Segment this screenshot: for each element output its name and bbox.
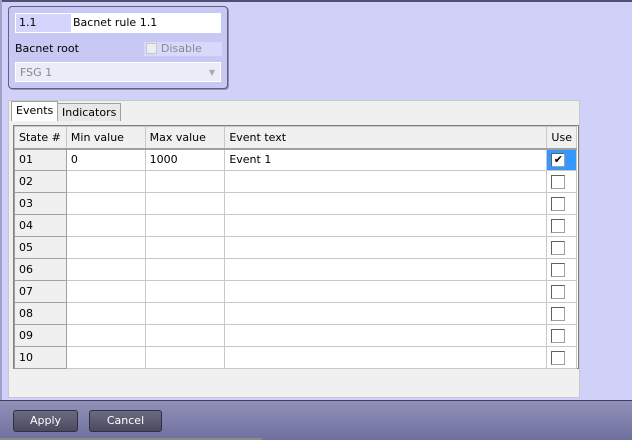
cell-max-value[interactable] <box>144 280 226 303</box>
cell-event-text[interactable] <box>224 346 548 369</box>
cell-min-value[interactable] <box>65 280 146 303</box>
header-min-value[interactable]: Min value <box>65 126 146 150</box>
header-state[interactable]: State # <box>14 126 67 150</box>
cell-min-value[interactable] <box>65 302 146 325</box>
table-row[interactable]: 09 <box>14 324 577 347</box>
cell-state: 02 <box>14 170 67 193</box>
checkbox-icon <box>146 43 157 54</box>
bacnet-root-label: Bacnet root <box>15 42 79 55</box>
cell-use[interactable] <box>546 302 577 325</box>
rule-properties-panel: 1.1 Bacnet rule 1.1 Bacnet root Disable … <box>8 6 228 89</box>
bacnet-root-select[interactable]: FSG 1 ▼ <box>15 62 221 82</box>
cell-use[interactable] <box>546 214 577 237</box>
cell-max-value[interactable] <box>144 214 226 237</box>
use-checkbox[interactable] <box>551 262 566 277</box>
use-checkbox[interactable] <box>551 240 566 255</box>
cell-use[interactable] <box>546 192 577 215</box>
cell-max-value[interactable] <box>144 346 226 369</box>
cell-max-value[interactable]: 1000 <box>144 148 226 171</box>
header-max-value[interactable]: Max value <box>144 126 226 150</box>
cell-min-value[interactable] <box>65 214 146 237</box>
cell-event-text[interactable] <box>224 236 548 259</box>
cell-event-text[interactable]: Event 1 <box>224 148 548 171</box>
disable-label: Disable <box>161 42 202 55</box>
use-checkbox[interactable] <box>551 306 566 321</box>
table-row[interactable]: 06 <box>14 258 577 281</box>
events-grid: State # Min value Max value Event text U… <box>13 125 579 369</box>
cell-min-value[interactable] <box>65 170 146 193</box>
cell-use[interactable] <box>546 346 577 369</box>
header-event-text[interactable]: Event text <box>224 126 548 150</box>
cell-event-text[interactable] <box>224 280 548 303</box>
cell-max-value[interactable] <box>144 192 226 215</box>
cell-max-value[interactable] <box>144 236 226 259</box>
cell-max-value[interactable] <box>144 302 226 325</box>
table-row[interactable]: 01 0 1000 Event 1 ✔ <box>14 148 577 171</box>
cell-event-text[interactable] <box>224 302 548 325</box>
cell-use[interactable] <box>546 236 577 259</box>
use-checkbox[interactable] <box>551 218 566 233</box>
cell-max-value[interactable] <box>144 258 226 281</box>
table-row[interactable]: 03 <box>14 192 577 215</box>
cell-use[interactable] <box>546 324 577 347</box>
use-checkbox[interactable] <box>551 350 566 365</box>
cell-use[interactable] <box>546 170 577 193</box>
cell-use[interactable] <box>546 258 577 281</box>
cell-state: 03 <box>14 192 67 215</box>
use-checkbox[interactable] <box>551 328 566 343</box>
cell-state: 08 <box>14 302 67 325</box>
cell-state: 07 <box>14 280 67 303</box>
apply-button[interactable]: Apply <box>13 410 78 432</box>
table-row[interactable]: 05 <box>14 236 577 259</box>
cell-state: 01 <box>14 148 67 171</box>
cell-min-value[interactable]: 0 <box>65 148 146 171</box>
cell-state: 06 <box>14 258 67 281</box>
window-border <box>0 0 632 2</box>
cell-event-text[interactable] <box>224 214 548 237</box>
cell-min-value[interactable] <box>65 236 146 259</box>
tab-control: Indicators Events State # Min value Max … <box>8 100 580 398</box>
table-row[interactable]: 08 <box>14 302 577 325</box>
table-row[interactable]: 07 <box>14 280 577 303</box>
cancel-button[interactable]: Cancel <box>89 410 162 432</box>
use-checkbox[interactable] <box>551 196 566 211</box>
table-row[interactable]: 10 <box>14 346 577 369</box>
table-row[interactable]: 04 <box>14 214 577 237</box>
table-row[interactable]: 02 <box>14 170 577 193</box>
use-checkbox[interactable] <box>551 284 566 299</box>
cell-min-value[interactable] <box>65 258 146 281</box>
cell-min-value[interactable] <box>65 324 146 347</box>
cell-max-value[interactable] <box>144 324 226 347</box>
disable-checkbox[interactable]: Disable <box>144 42 222 56</box>
cell-max-value[interactable] <box>144 170 226 193</box>
select-value: FSG 1 <box>20 66 53 79</box>
cell-event-text[interactable] <box>224 170 548 193</box>
tab-events[interactable]: Events <box>11 101 59 121</box>
window-border-left <box>0 0 2 400</box>
rule-id-field[interactable]: 1.1 <box>15 13 75 33</box>
bottom-bar: Apply Cancel <box>0 400 632 440</box>
cell-event-text[interactable] <box>224 258 548 281</box>
chevron-down-icon: ▼ <box>208 68 215 77</box>
cell-event-text[interactable] <box>224 192 548 215</box>
cell-min-value[interactable] <box>65 192 146 215</box>
header-use[interactable]: Use <box>546 126 577 150</box>
cell-use[interactable]: ✔ <box>546 148 577 171</box>
rule-name-input[interactable]: Bacnet rule 1.1 <box>71 13 221 33</box>
cell-state: 10 <box>14 346 67 369</box>
cell-event-text[interactable] <box>224 324 548 347</box>
tab-indicators[interactable]: Indicators <box>57 103 122 121</box>
use-checkbox[interactable] <box>551 174 566 189</box>
cell-use[interactable] <box>546 280 577 303</box>
use-checkbox[interactable]: ✔ <box>551 152 566 167</box>
cell-state: 04 <box>14 214 67 237</box>
cell-min-value[interactable] <box>65 346 146 369</box>
cell-state: 05 <box>14 236 67 259</box>
cell-state: 09 <box>14 324 67 347</box>
